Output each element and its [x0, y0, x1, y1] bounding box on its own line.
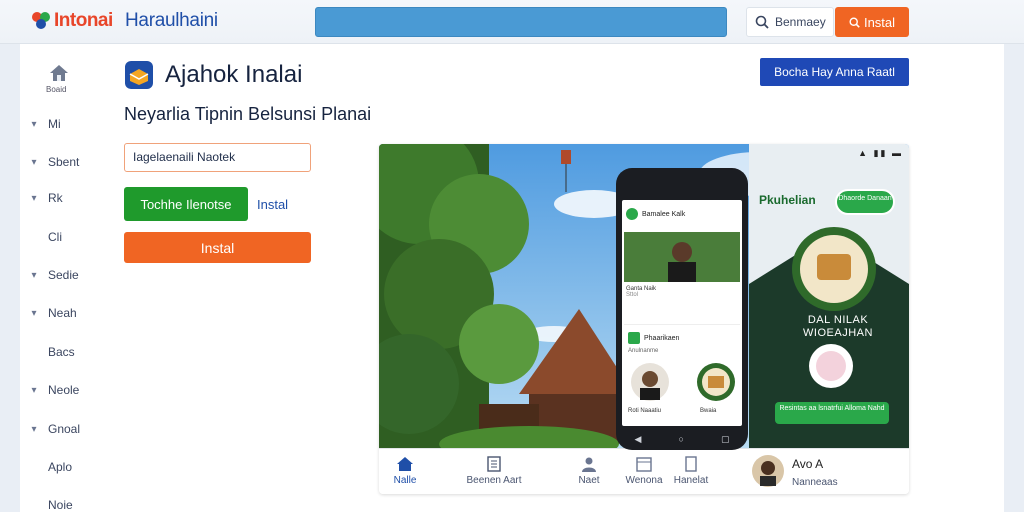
- home-icon: [397, 457, 413, 471]
- search-input[interactable]: [315, 7, 727, 37]
- sidebar-item-11[interactable]: Noie: [20, 493, 100, 512]
- phone-nav: ◀ ○ ▢: [616, 430, 748, 448]
- sidebar-item-8[interactable]: ▾ Neole: [20, 378, 100, 402]
- back-icon[interactable]: ◀: [635, 434, 642, 445]
- poster-banner[interactable]: Resintas aa lsnatrfui Alloma Nahd: [775, 402, 889, 424]
- tab-profile[interactable]: Naet: [569, 449, 609, 494]
- text-field[interactable]: Iagelaenaili Naotek: [124, 143, 311, 172]
- install-button-top[interactable]: Instal: [835, 7, 909, 37]
- tab-pages[interactable]: Hanelat: [669, 449, 713, 494]
- screen-caption-right: Bwaia: [700, 408, 717, 414]
- install-label: Instal: [863, 14, 896, 30]
- person-photo: [624, 232, 740, 282]
- logo-text: Intonai: [54, 10, 113, 31]
- install-button[interactable]: Instal: [124, 232, 311, 263]
- sidebar: Boaid ▾ Mi ▾ Sbent ▾ Rk Cli ▾ Sedie ▾ Neah Ba…: [20, 44, 100, 512]
- screen-header: Bamalee Kalk: [626, 208, 685, 220]
- author-subtitle: Nanneaas: [792, 477, 838, 488]
- sidebar-item-2[interactable]: ▾ Sbent: [20, 150, 100, 174]
- author-name: Avo A: [792, 457, 824, 471]
- sidebar-item-7[interactable]: Bacs: [20, 340, 100, 364]
- screen-photo: [624, 232, 740, 282]
- search-button-label: Benmaey: [775, 15, 826, 29]
- phone-screen: Bamalee Kalk Ganta Naik Sttol Phaarikaen…: [622, 200, 742, 426]
- sidebar-item-9[interactable]: ▾ Gnoal: [20, 417, 100, 441]
- search-icon: [849, 16, 860, 28]
- right-gutter: [1004, 0, 1024, 512]
- avatar: [631, 363, 669, 401]
- recents-icon[interactable]: ▢: [721, 434, 730, 445]
- sidebar-item-4[interactable]: Cli: [20, 225, 100, 249]
- status-icons: ▲ ▮▮ ▬: [858, 148, 903, 158]
- page-title: Ajahok Inalai: [165, 61, 303, 88]
- logo-icon: [32, 12, 50, 29]
- install-link[interactable]: Instal: [257, 197, 288, 212]
- screen-caption: Ganta Naik Sttol: [626, 286, 657, 298]
- home-icon[interactable]: [48, 62, 70, 84]
- screen-card-sub: Anulnanme: [628, 348, 659, 354]
- home-button-icon[interactable]: ○: [678, 434, 683, 444]
- sidebar-item-10[interactable]: Aplo: [20, 455, 100, 479]
- brand-name[interactable]: Haraulhaini: [125, 10, 218, 32]
- search-icon: [755, 15, 769, 29]
- calendar-icon: [636, 457, 652, 472]
- chevron-icon: ▾: [31, 423, 37, 435]
- search-button[interactable]: Benmaey: [746, 7, 834, 37]
- chevron-icon: ▾: [31, 307, 37, 319]
- left-gutter: [0, 0, 20, 512]
- app-icon: [125, 61, 153, 89]
- tab-calendar[interactable]: Wenona: [619, 449, 669, 494]
- poster-headline: DAL NILAK WIOEAJHAN: [803, 314, 873, 339]
- user-icon: [582, 457, 596, 472]
- screen-caption-left: Roti Naaatiu: [628, 408, 662, 414]
- author-avatar[interactable]: [751, 454, 785, 488]
- tab-home[interactable]: Nalle: [379, 449, 431, 494]
- poster-title: Pkuhelian: [759, 193, 816, 207]
- document-icon: [487, 456, 501, 472]
- chevron-icon: ▾: [31, 384, 37, 396]
- chevron-icon: ▾: [31, 156, 37, 168]
- sidebar-item-6[interactable]: ▾ Neah: [20, 301, 100, 325]
- tab-documents[interactable]: Beenen Aart: [459, 449, 529, 494]
- top-bar: Intonai Haraulhaini Benmaey Instal: [0, 0, 1024, 44]
- primary-cta-button[interactable]: Bocha Hay Anna Raatl: [760, 58, 909, 86]
- green-action-button[interactable]: Tochhe Ilenotse: [124, 187, 248, 221]
- chevron-icon: ▾: [31, 118, 37, 130]
- sidebar-item-5[interactable]: ▾ Sedie: [20, 263, 100, 287]
- screen-card-title: Phaarikaen: [628, 332, 679, 344]
- poster-badge: Dhaorde Danaan: [835, 189, 895, 215]
- sidebar-item-1[interactable]: ▾ Mi: [20, 112, 100, 136]
- page-subtitle: Neyarlia Tipnin Belsunsi Planai: [124, 104, 372, 124]
- sidebar-item-3[interactable]: ▾ Rk: [20, 186, 100, 210]
- home-label: Boaid: [46, 85, 67, 94]
- app-badge-icon: [628, 332, 640, 344]
- food-thumbnail: [697, 363, 735, 401]
- chevron-icon: ▾: [31, 192, 37, 204]
- page-icon: [685, 456, 697, 472]
- chevron-icon: ▾: [31, 269, 37, 281]
- check-icon: [626, 208, 638, 220]
